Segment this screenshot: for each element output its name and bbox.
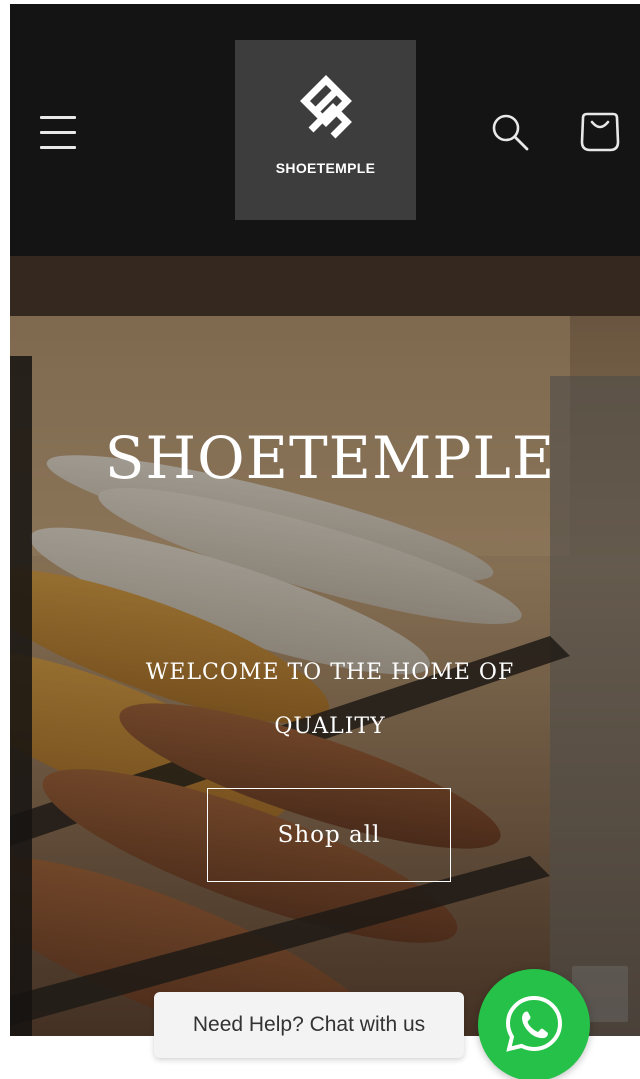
search-icon[interactable]	[489, 111, 531, 153]
hero-subtitle: WELCOME TO THE HOME OF QUALITY	[145, 660, 515, 739]
chat-help-bubble[interactable]: Need Help? Chat with us	[154, 992, 464, 1058]
logo-mark-icon	[300, 75, 352, 139]
page: SHOETEMPLE SHOETEMPLE WELCOME TO THE HOM…	[0, 0, 640, 1079]
hamburger-menu-icon[interactable]	[38, 112, 78, 154]
site-header: SHOETEMPLE	[10, 4, 640, 256]
whatsapp-chat-button[interactable]	[478, 969, 590, 1079]
whatsapp-icon	[505, 995, 563, 1052]
logo-text: SHOETEMPLE	[275, 160, 376, 176]
site-logo[interactable]: SHOETEMPLE	[235, 40, 416, 220]
hero-title: SHOETEMPLE	[104, 424, 556, 492]
hero-banner: SHOETEMPLE WELCOME TO THE HOME OF QUALIT…	[10, 256, 640, 1036]
shop-all-button[interactable]: Shop all	[207, 788, 451, 882]
shopping-bag-icon[interactable]	[578, 108, 622, 154]
